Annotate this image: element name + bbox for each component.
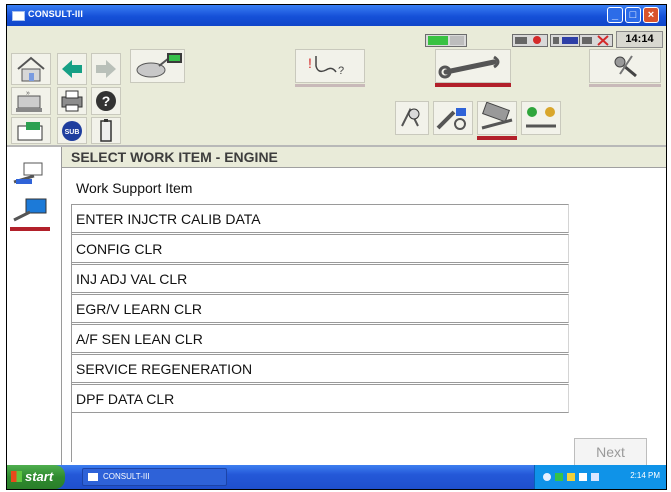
- application-window: CONSULT-III _ □ × 14:14 » ? SUB ! ? SELE…: [6, 4, 667, 490]
- list-item-label: A/F SEN LEAN CLR: [76, 331, 203, 347]
- sub-mode-icon: SUB: [62, 121, 82, 141]
- back-button[interactable]: [57, 53, 87, 85]
- sub-mode-label: SUB: [65, 129, 80, 136]
- app-icon: [12, 11, 25, 21]
- mi-status-icon: [579, 34, 613, 47]
- list-item-label: DPF DATA CLR: [76, 391, 175, 407]
- windows-logo-icon: [11, 471, 22, 482]
- battery-button[interactable]: [91, 117, 121, 144]
- page-title: SELECT WORK ITEM - ENGINE: [71, 149, 278, 165]
- screen-capture-icon: [17, 122, 43, 141]
- maximize-icon: □: [629, 9, 637, 21]
- list-item-label: CONFIG CLR: [76, 241, 163, 257]
- taskbar-app-button[interactable]: CONSULT-III: [82, 468, 227, 486]
- taskbar: start CONSULT-III 2:14 PM: [7, 465, 666, 489]
- search-part-icon: [401, 107, 420, 127]
- minimize-button[interactable]: _: [607, 7, 623, 23]
- list-item-label: EGR/V LEARN CLR: [76, 301, 203, 317]
- vi-device-icon: [13, 198, 47, 222]
- diagnosis-icon: !?: [308, 55, 344, 77]
- list-item-label: SERVICE REGENERATION: [76, 361, 253, 377]
- close-button[interactable]: ×: [643, 7, 659, 23]
- list-item-label: ENTER INJCTR CALIB DATA: [76, 211, 261, 227]
- close-icon: ×: [647, 9, 655, 21]
- title-bar[interactable]: CONSULT-III _ □ ×: [7, 5, 666, 26]
- main-panel: Work Support Item ENTER INJCTR CALIB DAT…: [62, 168, 666, 466]
- tray-icons: [543, 473, 599, 481]
- list-item[interactable]: INJ ADJ VAL CLR: [71, 264, 569, 293]
- connection-icon: [13, 162, 43, 184]
- svg-text:!: !: [308, 55, 312, 71]
- clock: 14:14: [616, 31, 663, 48]
- vehicle-interface-icon: [136, 53, 182, 78]
- svg-text:?: ?: [102, 93, 111, 109]
- tray-clock: 2:14 PM: [630, 471, 660, 480]
- sub-mode-button[interactable]: SUB: [57, 117, 87, 144]
- svg-text:»: »: [26, 90, 30, 97]
- forward-button[interactable]: [91, 53, 121, 85]
- sidebar-item-vi[interactable]: [9, 195, 51, 225]
- diagnosis-underline: [295, 84, 365, 87]
- vehicle-interface-button[interactable]: [130, 49, 185, 83]
- start-label: start: [25, 469, 54, 484]
- settings-underline: [589, 84, 661, 87]
- repair-active-underline: [435, 83, 511, 87]
- folder-button[interactable]: [11, 117, 51, 144]
- toolbar: 14:14 » ? SUB ! ?: [7, 26, 666, 146]
- home-button[interactable]: [11, 53, 51, 85]
- section-label: Work Support Item: [76, 180, 193, 196]
- data-monitor-icon: [436, 108, 466, 130]
- data-monitor-button[interactable]: [433, 101, 473, 135]
- active-test-button[interactable]: [521, 101, 561, 135]
- search-part-button[interactable]: [395, 101, 429, 135]
- work-support-icon: [481, 102, 513, 130]
- home-icon: [17, 56, 45, 82]
- screen-capture-icon: »: [16, 90, 42, 112]
- work-support-button[interactable]: [477, 101, 517, 135]
- taskbar-app-label: CONSULT-III: [103, 472, 150, 481]
- screen-capture-button[interactable]: »: [11, 87, 51, 115]
- repair-wrench-icon: [438, 55, 500, 79]
- system-tray: 2:14 PM: [534, 465, 666, 489]
- start-button[interactable]: start: [7, 465, 65, 489]
- printer-icon: [61, 90, 83, 112]
- minimize-icon: _: [611, 9, 619, 21]
- sidebar: [7, 147, 62, 465]
- forward-arrow-icon: [96, 60, 116, 78]
- list-item[interactable]: SERVICE REGENERATION: [71, 354, 569, 383]
- help-icon: ?: [96, 91, 116, 111]
- active-test-icon: [526, 107, 556, 128]
- help-button[interactable]: ?: [91, 87, 121, 115]
- list-item[interactable]: A/F SEN LEAN CLR: [71, 324, 569, 353]
- lan-status-icon: [512, 34, 548, 47]
- next-button[interactable]: Next: [574, 438, 647, 466]
- sidebar-active-underline: [10, 227, 50, 231]
- work-support-active-underline: [477, 136, 517, 140]
- list-item-label: INJ ADJ VAL CLR: [76, 271, 188, 287]
- list-item[interactable]: DPF DATA CLR: [71, 384, 569, 413]
- svg-text:?: ?: [338, 65, 344, 77]
- diagnosis-mode-button[interactable]: !?: [295, 49, 365, 83]
- window-title: CONSULT-III: [28, 9, 84, 19]
- settings-tools-icon: [614, 55, 637, 78]
- print-button[interactable]: [57, 87, 87, 115]
- battery-icon: [100, 119, 112, 142]
- sidebar-item-connection[interactable]: [9, 159, 51, 189]
- vi-status-indicator: [425, 34, 467, 47]
- back-arrow-icon: [62, 60, 82, 78]
- list-item[interactable]: EGR/V LEARN CLR: [71, 294, 569, 323]
- page-header: SELECT WORK ITEM - ENGINE: [62, 147, 666, 168]
- repair-mode-button[interactable]: [435, 49, 511, 83]
- app-icon: [88, 473, 98, 481]
- maximize-button[interactable]: □: [625, 7, 641, 23]
- list-item[interactable]: CONFIG CLR: [71, 234, 569, 263]
- settings-mode-button[interactable]: [589, 49, 661, 83]
- list-item[interactable]: ENTER INJCTR CALIB DATA: [71, 204, 569, 233]
